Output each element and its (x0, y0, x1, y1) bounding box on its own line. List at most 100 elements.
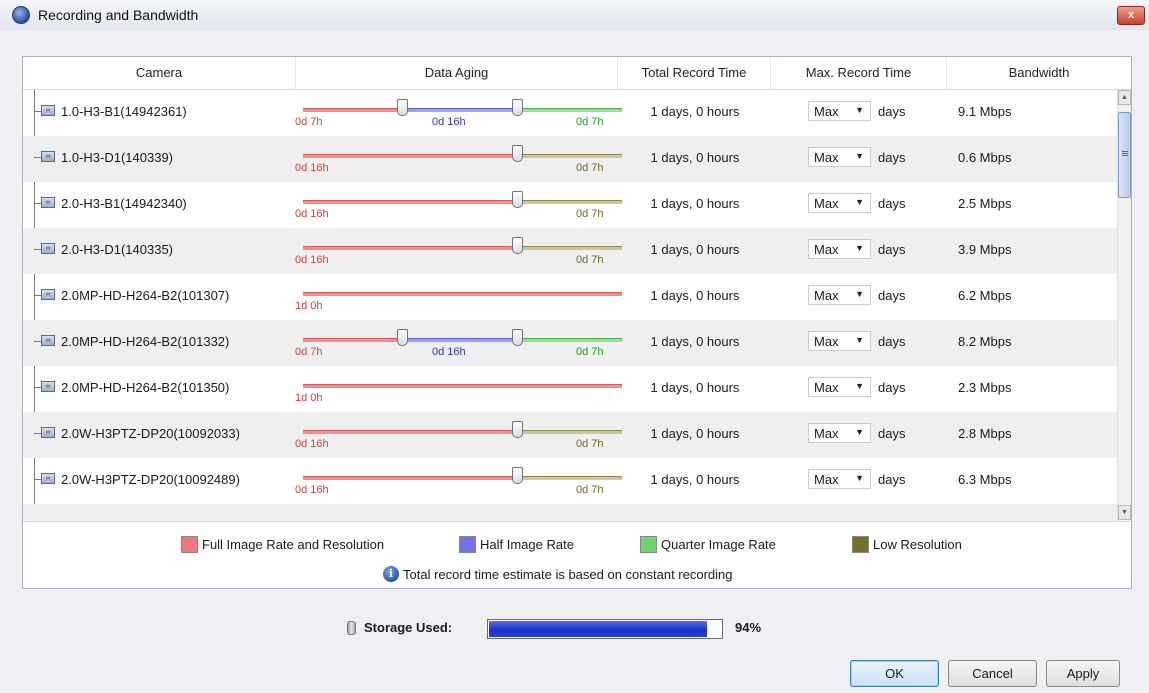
close-button[interactable]: x (1117, 6, 1145, 25)
chevron-down-icon: ▼ (855, 289, 864, 299)
camera-name: 2.0MP-HD-H264-B2(101332) (61, 334, 230, 349)
aging-segment-red (303, 154, 518, 158)
slider-thumb[interactable] (397, 99, 408, 116)
aging-label: 0d 16h (295, 438, 329, 450)
max-record-time-select[interactable]: Max ▼ (808, 147, 871, 167)
data-aging-slider[interactable]: 0d 16h 0d 7h (295, 412, 622, 458)
ok-button[interactable]: OK (850, 660, 939, 687)
max-record-time-select[interactable]: Max ▼ (808, 377, 871, 397)
vertical-scrollbar[interactable]: ▲ ▼ (1117, 90, 1131, 521)
table-row: ∞ 2.0W-H3PTZ-DP20(10092489) 0d 16h 0d 7h 1 d… (23, 458, 1117, 504)
camera-name: 1.0-H3-D1(140339) (61, 150, 174, 165)
column-header-total-record-time[interactable]: Total Record Time (618, 57, 771, 89)
select-value: Max (814, 242, 839, 257)
aging-label: 0d 16h (432, 116, 466, 128)
max-record-time-select[interactable]: Max ▼ (808, 331, 871, 351)
legend-quarter: Quarter Image Rate (640, 535, 776, 553)
column-header-data-aging[interactable]: Data Aging (296, 57, 618, 89)
data-aging-slider[interactable]: 0d 16h 0d 7h (295, 458, 622, 504)
select-value: Max (814, 380, 839, 395)
camera-icon: ∞ (41, 427, 55, 438)
scroll-up-button[interactable]: ▲ (1118, 90, 1131, 105)
camera-icon: ∞ (41, 243, 55, 254)
scroll-thumb[interactable] (1118, 112, 1131, 198)
aging-label: 0d 16h (295, 208, 329, 220)
aging-segment-blue (408, 338, 518, 342)
column-header-bandwidth[interactable]: Bandwidth (947, 57, 1131, 89)
bandwidth-value: 6.3 Mbps (958, 472, 1012, 487)
days-unit: days (878, 334, 906, 349)
data-aging-slider[interactable]: 0d 16h 0d 7h (295, 228, 622, 274)
slider-thumb[interactable] (512, 237, 523, 254)
tree-branch (34, 157, 41, 158)
data-aging-slider[interactable]: 1d 0h (295, 366, 622, 412)
days-unit: days (878, 472, 906, 487)
chevron-down-icon: ▼ (855, 243, 864, 253)
select-value: Max (814, 150, 839, 165)
aging-segment-red (303, 292, 622, 296)
aging-label: 0d 7h (576, 346, 604, 358)
storage-progress-fill (489, 621, 707, 637)
slider-thumb[interactable] (397, 329, 408, 346)
total-record-time: 1 days, 0 hours (650, 426, 740, 441)
max-record-time-select[interactable]: Max ▼ (808, 239, 871, 259)
chevron-down-icon: ▼ (855, 473, 864, 483)
data-aging-slider[interactable]: 0d 7h 0d 16h 0d 7h (295, 320, 622, 366)
aging-segment-red (303, 200, 518, 204)
aging-segment-olive (518, 200, 622, 204)
aging-segment-blue (408, 108, 518, 112)
camera-name: 2.0W-H3PTZ-DP20(10092489) (61, 472, 240, 487)
chevron-down-icon: ▼ (855, 335, 864, 345)
quarter-rate-swatch (640, 535, 657, 553)
select-value: Max (814, 426, 839, 441)
scroll-down-button[interactable]: ▼ (1118, 505, 1131, 520)
slider-thumb[interactable] (512, 191, 523, 208)
table-row: ∞ 2.0MP-HD-H264-B2(101307) 1d 0h 1 days, 0 … (23, 274, 1117, 320)
chevron-down-icon: ▼ (855, 197, 864, 207)
days-unit: days (878, 196, 906, 211)
max-record-time-select[interactable]: Max ▼ (808, 101, 871, 121)
data-aging-slider[interactable]: 1d 0h (295, 274, 622, 320)
cancel-button[interactable]: Cancel (948, 660, 1037, 687)
table-row: ∞ 2.0MP-HD-H264-B2(101332) 0d 7h 0d 16h 0d 7… (23, 320, 1117, 366)
select-value: Max (814, 196, 839, 211)
column-header-camera[interactable]: Camera (23, 57, 296, 89)
slider-thumb[interactable] (512, 99, 523, 116)
aging-label: 0d 16h (295, 484, 329, 496)
legend-full-label: Full Image Rate and Resolution (202, 536, 385, 552)
storage-percent: 94% (735, 620, 762, 635)
max-record-time-select[interactable]: Max ▼ (808, 423, 871, 443)
aging-label: 0d 7h (576, 208, 604, 220)
data-aging-slider[interactable]: 0d 7h 0d 16h 0d 7h (295, 90, 622, 136)
select-value: Max (814, 104, 839, 119)
aging-label: 0d 7h (576, 254, 604, 266)
max-record-time-select[interactable]: Max ▼ (808, 193, 871, 213)
slider-thumb[interactable] (512, 145, 523, 162)
bandwidth-value: 2.5 Mbps (958, 196, 1012, 211)
full-rate-swatch (181, 535, 198, 553)
apply-button[interactable]: Apply (1046, 660, 1120, 687)
max-record-time-select[interactable]: Max ▼ (808, 469, 871, 489)
data-aging-slider[interactable]: 0d 16h 0d 7h (295, 136, 622, 182)
select-value: Max (814, 472, 839, 487)
slider-thumb[interactable] (512, 329, 523, 346)
slider-thumb[interactable] (512, 467, 523, 484)
aging-segment-red (303, 476, 518, 480)
app-icon (12, 6, 30, 24)
days-unit: days (878, 426, 906, 441)
total-record-time: 1 days, 0 hours (650, 104, 740, 119)
camera-icon: ∞ (41, 335, 55, 346)
aging-label: 0d 7h (576, 484, 604, 496)
table-row: ∞ 2.0W-H3PTZ-DP20(10092033) 0d 16h 0d 7h 1 d… (23, 412, 1117, 458)
max-record-time-select[interactable]: Max ▼ (808, 285, 871, 305)
camera-icon: ∞ (41, 289, 55, 300)
days-unit: days (878, 380, 906, 395)
storage-used-label: Storage Used: (364, 620, 453, 635)
camera-name: 2.0MP-HD-H264-B2(101350) (61, 380, 230, 395)
bandwidth-value: 3.9 Mbps (958, 242, 1012, 257)
bandwidth-value: 6.2 Mbps (958, 288, 1012, 303)
aging-segment-olive (518, 476, 622, 480)
data-aging-slider[interactable]: 0d 16h 0d 7h (295, 182, 622, 228)
slider-thumb[interactable] (512, 421, 523, 438)
column-header-max-record-time[interactable]: Max. Record Time (771, 57, 947, 89)
